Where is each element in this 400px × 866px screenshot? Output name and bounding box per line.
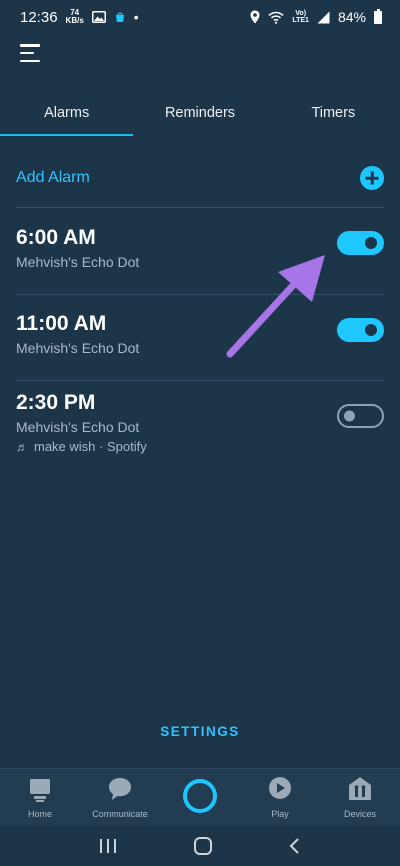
recent-apps-icon[interactable] [98, 838, 118, 854]
nav-home[interactable]: Home [0, 769, 80, 819]
alarm-music: ♬ make wish · Spotify [16, 439, 384, 454]
gallery-icon [91, 11, 106, 23]
nav-play-label: Play [271, 809, 289, 819]
menu-line [20, 51, 34, 55]
devices-icon [349, 777, 371, 800]
add-alarm-label[interactable]: Add Alarm [16, 169, 90, 187]
alexa-icon[interactable] [183, 779, 217, 813]
alarm-toggle-11am[interactable] [337, 318, 384, 342]
menu-line [20, 44, 40, 47]
add-alarm-button[interactable] [360, 166, 384, 190]
signal-icon [317, 11, 330, 23]
tab-reminders[interactable]: Reminders [133, 96, 266, 136]
tab-bar: Alarms Reminders Timers [0, 96, 400, 136]
toggle-knob [365, 237, 377, 249]
alarm-toggle-230pm[interactable] [337, 404, 384, 428]
home-icon [30, 779, 50, 802]
alarm-device: Mehvish's Echo Dot [16, 419, 140, 435]
network-speed-unit: KB/s [65, 16, 84, 25]
tab-timers[interactable]: Timers [267, 96, 400, 136]
nav-home-label: Home [27, 809, 52, 819]
bottom-nav: Home Communicate Play Devices [0, 768, 400, 826]
back-icon[interactable] [288, 837, 302, 855]
nav-communicate[interactable]: Communicate [80, 769, 160, 819]
chat-bubble-icon [109, 778, 131, 800]
annotation-arrow-icon [226, 255, 325, 358]
divider [16, 380, 384, 381]
volte-indicator: Vo) LTE1 [292, 10, 309, 24]
network-speed: 74 KB/s [66, 9, 84, 25]
alarm-time: 6:00 AM [16, 226, 96, 249]
nav-alexa[interactable] [160, 769, 240, 813]
menu-icon[interactable] [20, 44, 42, 62]
shopping-bag-icon [115, 12, 124, 22]
alarm-music-label: make wish · Spotify [34, 439, 147, 454]
toggle-knob [365, 324, 377, 336]
notification-dot: • [133, 9, 139, 25]
tab-alarms[interactable]: Alarms [0, 96, 134, 136]
status-left: 12:36 74 KB/s • [20, 9, 139, 26]
alarm-toggle-6am[interactable] [337, 231, 384, 255]
home-button-icon[interactable] [193, 836, 213, 856]
add-alarm-row[interactable]: Add Alarm [0, 150, 400, 206]
battery-icon [374, 8, 382, 24]
nav-communicate-label: Communicate [92, 809, 148, 819]
nav-devices[interactable]: Devices [320, 769, 400, 819]
system-nav-bar [0, 826, 400, 866]
wifi-icon [268, 11, 284, 24]
alarm-time: 2:30 PM [16, 391, 96, 414]
nav-play[interactable]: Play [240, 769, 320, 819]
battery-percent: 84% [337, 9, 366, 25]
volte-bottom: LTE1 [292, 17, 309, 24]
settings-link[interactable]: SETTINGS [0, 724, 400, 739]
status-bar: 12:36 74 KB/s • Vo) LTE1 84% [0, 0, 400, 34]
play-icon [269, 777, 291, 799]
status-right: Vo) LTE1 84% [250, 8, 382, 25]
music-note-icon: ♬ [16, 439, 28, 454]
status-time: 12:36 [20, 8, 58, 26]
divider [16, 207, 384, 208]
location-icon [250, 10, 260, 24]
menu-line [20, 59, 40, 62]
volte-top: Vo) [295, 10, 307, 17]
toggle-knob [344, 410, 355, 422]
nav-devices-label: Devices [343, 809, 376, 819]
